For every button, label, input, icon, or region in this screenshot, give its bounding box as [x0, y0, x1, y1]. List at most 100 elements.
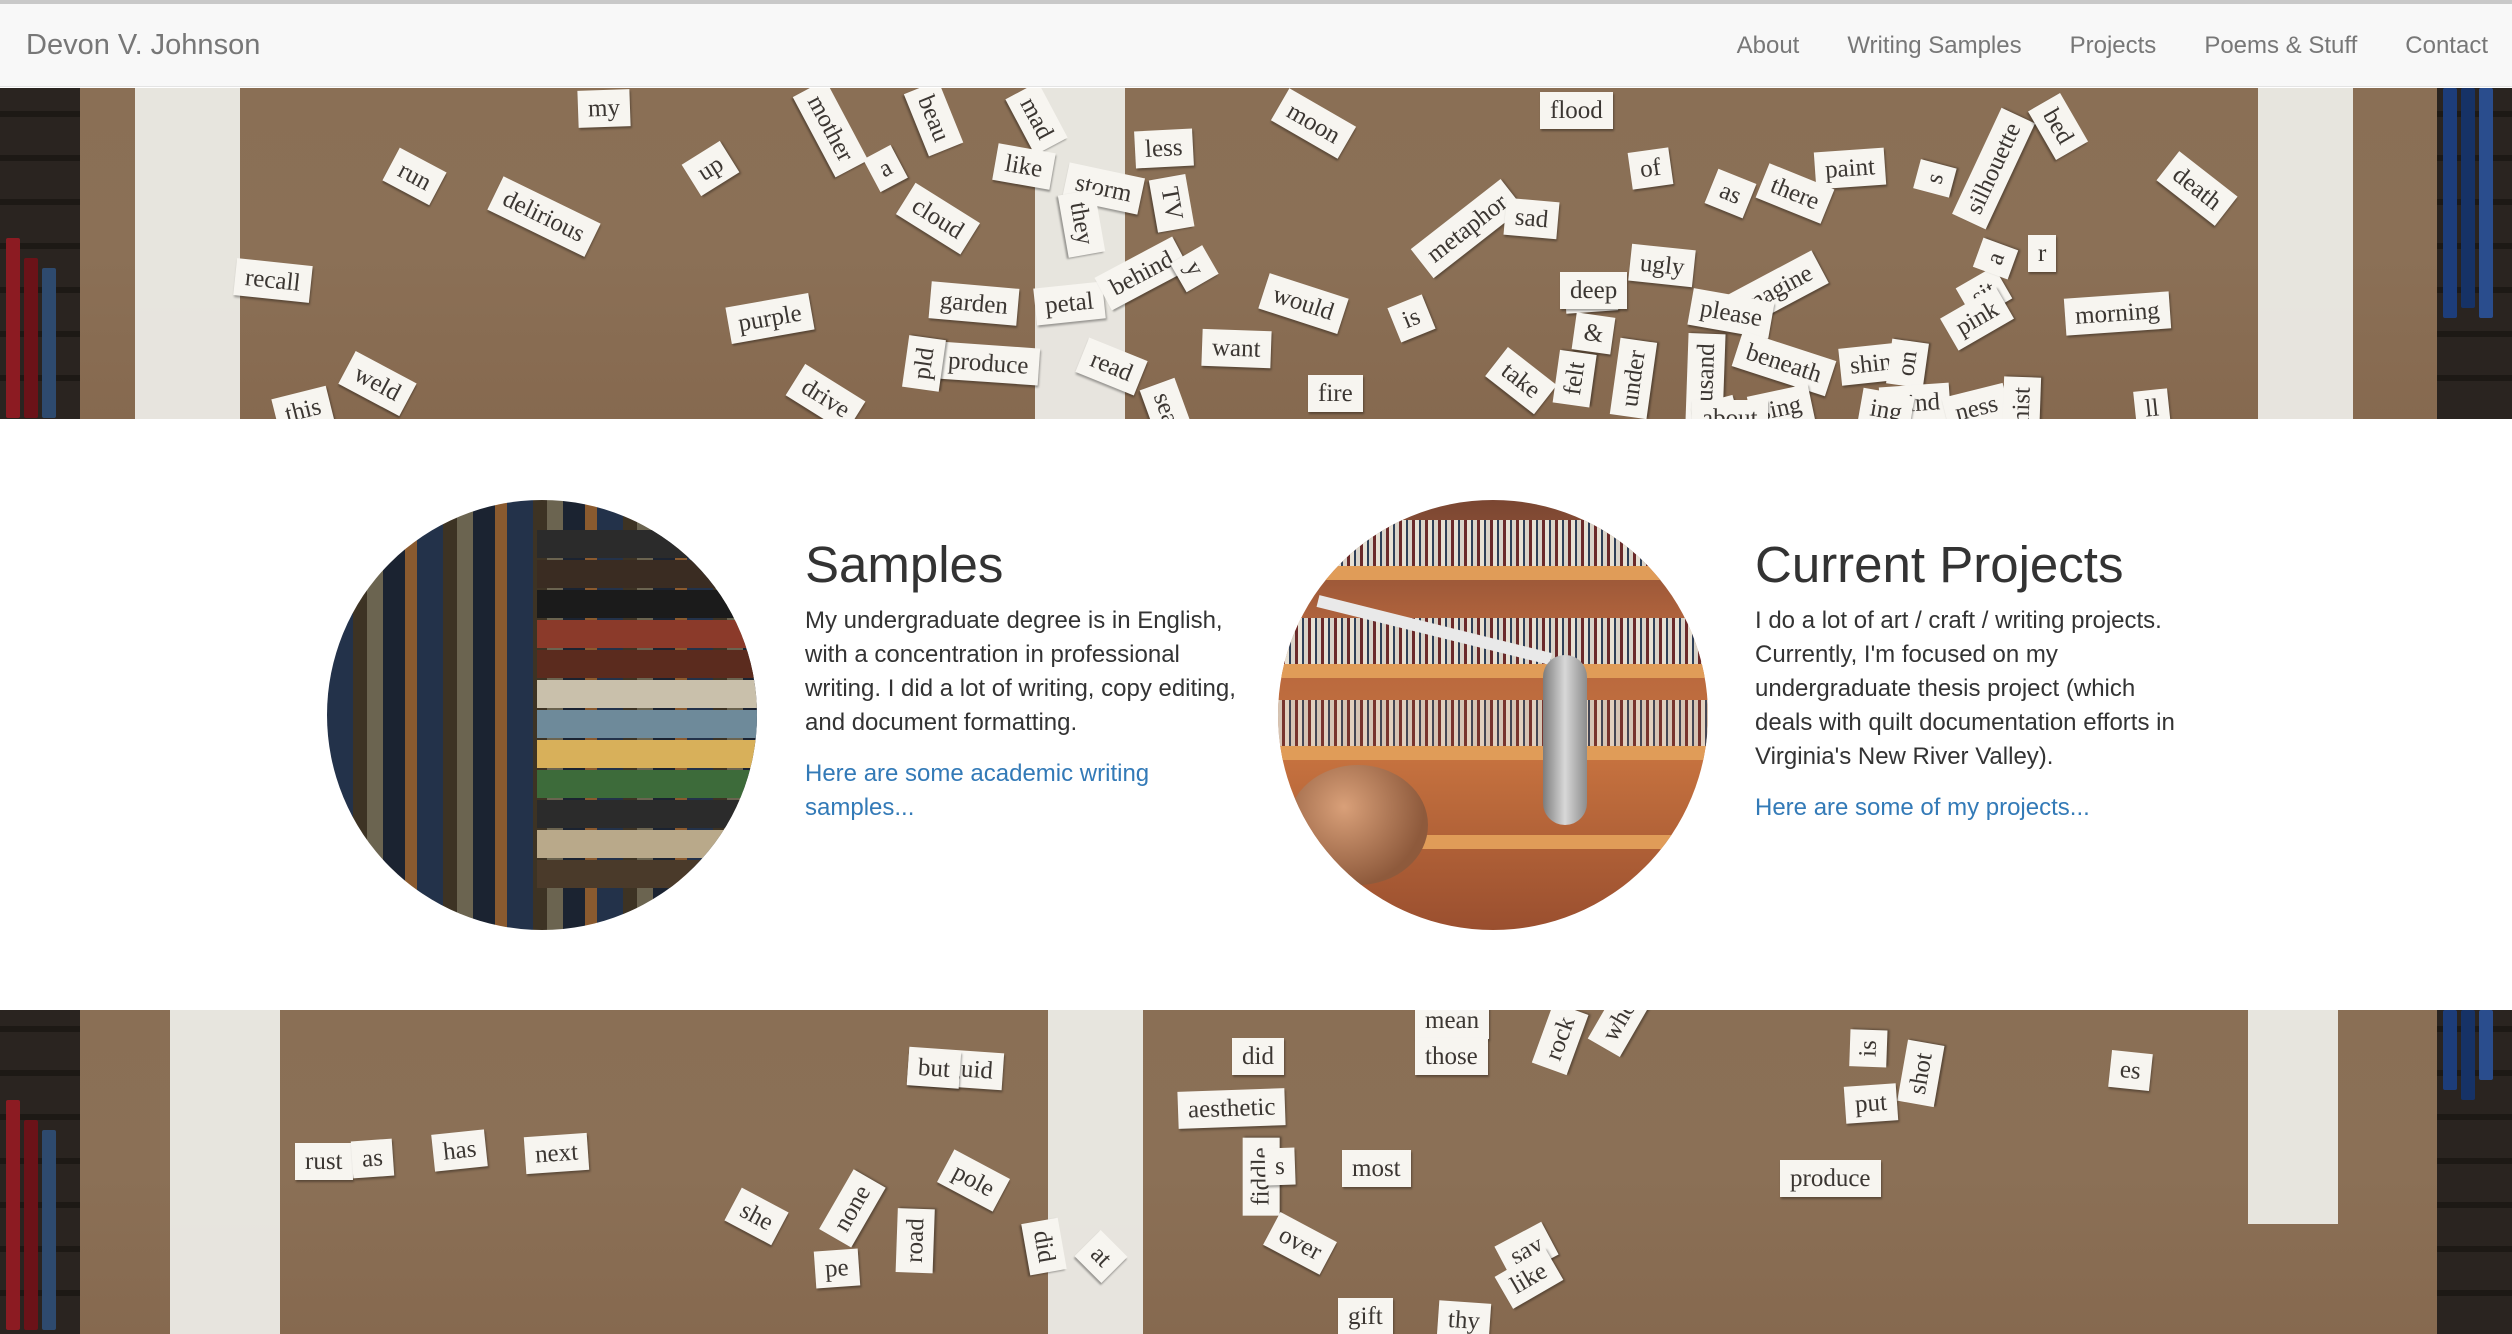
- book-spine: [2461, 88, 2475, 308]
- book-spine: [2479, 88, 2493, 318]
- nav-link-poems-stuff[interactable]: Poems & Stuff: [2180, 4, 2381, 87]
- poetry-magnet-word: this: [271, 385, 335, 419]
- poetry-magnet-word: my: [577, 89, 631, 128]
- poetry-magnet-word: less: [1134, 128, 1194, 169]
- poetry-magnet-word: delirious: [487, 176, 601, 257]
- poetry-magnet-word: produce: [936, 341, 1040, 386]
- brand-link[interactable]: Devon V. Johnson: [26, 4, 260, 87]
- poetry-magnet-word: produce: [1780, 1160, 1881, 1197]
- poetry-magnet-word: up: [681, 140, 740, 197]
- nav-link-contact[interactable]: Contact: [2381, 4, 2512, 87]
- bookshelf-left: [0, 1010, 80, 1334]
- poetry-magnet-word: want: [1201, 328, 1272, 369]
- poetry-magnet-word: did: [1232, 1038, 1284, 1075]
- book-spine: [42, 1130, 56, 1330]
- poetry-magnet-word: next: [523, 1132, 590, 1175]
- poetry-magnet-word: deep: [1560, 272, 1628, 309]
- poetry-magnet-word: of: [1627, 147, 1674, 190]
- poetry-magnet-word: rust: [295, 1143, 353, 1180]
- poetry-magnet-word: most: [1342, 1150, 1411, 1187]
- poetry-magnet-word: who: [1587, 1010, 1652, 1058]
- poetry-magnet-word: as: [1704, 168, 1757, 219]
- tape-strip: [170, 1010, 280, 1334]
- poetry-magnet-word: put: [1843, 1083, 1899, 1124]
- nav-link-about[interactable]: About: [1713, 4, 1824, 87]
- nav-link-writing-samples[interactable]: Writing Samples: [1823, 4, 2045, 87]
- poetry-magnet-word: ugly: [1628, 243, 1697, 288]
- magnetic-poetry-banner-bottom: languiddidmeanthoserockwhoisshotesputaes…: [0, 1010, 2512, 1334]
- tape-strip: [2248, 1010, 2338, 1224]
- book-spine: [24, 1120, 38, 1330]
- poetry-magnet-word: over: [1263, 1212, 1338, 1275]
- book-spine: [42, 268, 56, 418]
- current-projects-description: I do a lot of art / craft / writing proj…: [1755, 607, 2175, 770]
- poetry-magnet-word: she: [724, 1187, 789, 1246]
- poetry-magnet-word: drive: [785, 363, 866, 419]
- poetry-magnet-word: mist: [2001, 376, 2042, 419]
- poetry-magnet-word: r: [2028, 235, 2057, 272]
- tape-strip: [1048, 1010, 1143, 1334]
- tape-strip: [2258, 88, 2353, 419]
- poetry-magnet-word: weld: [338, 351, 417, 416]
- samples-heading: Samples: [805, 536, 1004, 593]
- poetry-magnet-word: road: [895, 1207, 935, 1274]
- poetry-magnet-word: death: [2156, 151, 2238, 226]
- poetry-magnet-word: but: [906, 1048, 962, 1089]
- poetry-magnet-word: TV: [1148, 174, 1195, 233]
- book-spine: [6, 1100, 20, 1330]
- poetry-magnet-word: under: [1609, 337, 1658, 419]
- poetry-magnet-word: es: [2108, 1049, 2153, 1092]
- nav-link-projects[interactable]: Projects: [2046, 4, 2181, 87]
- poetry-magnet-word: morning: [2063, 291, 2171, 336]
- poetry-magnet-word: is: [1849, 1029, 1888, 1068]
- poetry-magnet-word: silhouette: [1952, 107, 2036, 230]
- poetry-magnet-word: mother: [792, 88, 869, 178]
- poetry-magnet-word: rock: [1531, 1010, 1589, 1076]
- poetry-magnet-word: pld: [902, 335, 946, 392]
- books-photo: [327, 500, 757, 930]
- poetry-magnet-word: s: [1913, 159, 1957, 198]
- poetry-magnet-word: gift: [1338, 1298, 1393, 1334]
- poetry-magnet-word: s: [1264, 1147, 1296, 1186]
- current-projects-heading: Current Projects: [1755, 536, 2124, 593]
- poetry-magnet-word: mean: [1415, 1010, 1490, 1039]
- poetry-magnet-word: about: [1692, 400, 1768, 419]
- poetry-magnet-word: as: [350, 1138, 395, 1179]
- poetry-magnet-word: a: [863, 144, 908, 193]
- current-projects-link[interactable]: Here are some of my projects...: [1755, 791, 2155, 825]
- poetry-magnet-word: shot: [1897, 1039, 1945, 1108]
- poetry-magnet-word: would: [1258, 273, 1349, 334]
- poetry-magnet-word: has: [431, 1129, 489, 1172]
- poetry-magnet-word: none: [819, 1169, 886, 1248]
- poetry-magnet-word: ness: [1941, 382, 2012, 419]
- poetry-magnet-word: on: [1886, 338, 1929, 389]
- bookshelf-left: [0, 88, 80, 419]
- poetry-magnet-word: thy: [1436, 1300, 1492, 1334]
- poetry-magnet-word: flood: [1540, 92, 1613, 129]
- poetry-magnet-word: cloud: [895, 182, 980, 255]
- book-spine: [2443, 1010, 2457, 1090]
- poetry-magnet-word: ll: [2133, 388, 2171, 419]
- poetry-magnet-word: is: [1387, 294, 1436, 343]
- poetry-magnet-word: bed: [2028, 92, 2089, 161]
- poetry-magnet-word: sea: [1139, 377, 1193, 419]
- samples-link[interactable]: Here are some academic writing samples..…: [805, 757, 1185, 825]
- nav-links: About Writing Samples Projects Poems & S…: [1713, 4, 2512, 87]
- bookshelf-right: [2437, 1010, 2512, 1334]
- poetry-magnet-word: run: [382, 147, 447, 206]
- tape-strip: [135, 88, 240, 419]
- poetry-magnet-word: felt: [1552, 349, 1597, 408]
- poetry-magnet-word: recall: [233, 258, 313, 303]
- poetry-magnet-word: pe: [813, 1248, 860, 1289]
- studio-photo: [1278, 500, 1708, 930]
- poetry-magnet-word: purple: [725, 292, 815, 345]
- poetry-magnet-word: &: [1571, 312, 1616, 355]
- poetry-magnet-word: beneath: [1731, 330, 1837, 397]
- navbar: Devon V. Johnson About Writing Samples P…: [0, 4, 2512, 87]
- poetry-magnet-word: beau: [903, 88, 964, 157]
- poetry-magnet-word: paint: [1813, 147, 1887, 190]
- poetry-magnet-word: take: [1485, 346, 1557, 415]
- book-spine: [2443, 88, 2457, 318]
- bookshelf-right: [2437, 88, 2512, 419]
- poetry-magnet-word: moon: [1270, 88, 1357, 159]
